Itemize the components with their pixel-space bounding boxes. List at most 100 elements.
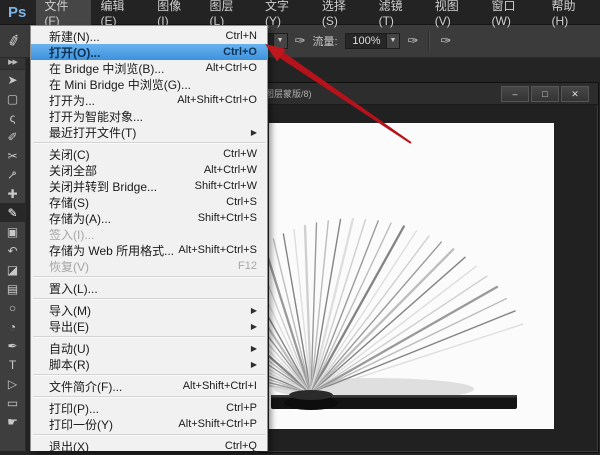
menu-item-scripts[interactable]: 脚本(R) ▶ <box>31 356 267 372</box>
brush-tool-icon: ✎ <box>7 207 17 219</box>
pen-tool-icon: ✒ <box>7 340 17 352</box>
menu-item-exit[interactable]: 退出(X)Ctrl+Q <box>31 438 267 454</box>
menu-item-automate[interactable]: 自动(U)▶ <box>31 340 267 356</box>
path-selection-tool[interactable]: ▷ <box>0 374 25 393</box>
menu-item-shortcut: Ctrl+N <box>226 30 257 42</box>
menu-item-shortcut: Shift+Ctrl+S <box>198 212 257 224</box>
canvas[interactable] <box>269 123 554 429</box>
menu-item-export[interactable]: 导出(E)▶ <box>31 318 267 334</box>
menu-item-shortcut: Ctrl+P <box>226 402 257 414</box>
menu-item-browse-in-mini-bridge[interactable]: 在 Mini Bridge 中浏览(G)... <box>31 76 267 92</box>
shape-tool[interactable]: ▭ <box>0 393 25 412</box>
close-button[interactable]: ✕ <box>561 86 589 102</box>
menubar-item-filter[interactable]: 滤镜(T) <box>371 0 425 31</box>
eraser-tool[interactable]: ◪ <box>0 260 25 279</box>
menu-item-save[interactable]: 存储(S)Ctrl+S <box>31 194 267 210</box>
menu-separator <box>33 434 265 436</box>
airbrush-icon[interactable]: ✑ <box>407 33 418 49</box>
maximize-button[interactable]: □ <box>531 86 559 102</box>
eyedropper-tool-icon: ⊸ <box>5 167 21 183</box>
quick-selection-tool[interactable]: ✐ <box>0 127 25 146</box>
move-tool[interactable]: ➤ <box>0 70 25 89</box>
menu-item-label: 在 Mini Bridge 中浏览(G)... <box>49 76 191 93</box>
tablet-pressure-size-icon[interactable]: ✑ <box>440 33 451 49</box>
minimize-button[interactable]: – <box>501 86 529 102</box>
menu-item-print[interactable]: 打印(P)... Ctrl+P <box>31 400 267 416</box>
menu-item-label: 恢复(V) <box>49 258 89 275</box>
menu-item-open-recent[interactable]: 最近打开文件(T) ▶ <box>31 124 267 140</box>
tools-panel: ▶▶ ➤▢ς✐ ✂ ⊸✚ ✎ ▣↶ ◪ ▤ ○ ◔ ✒ T ▷ ▭☛ <box>0 57 26 451</box>
type-tool[interactable]: T <box>0 355 25 374</box>
document-title-bar[interactable]: 图层蒙版/8) –□✕ <box>260 83 598 105</box>
menubar-item-window[interactable]: 窗口(W) <box>484 0 542 31</box>
submenu-arrow-icon: ▶ <box>251 360 257 369</box>
menu-item-new[interactable]: 新建(N)...Ctrl+N <box>31 28 267 44</box>
menu-separator <box>33 276 265 278</box>
menu-item-open-as[interactable]: 打开为...Alt+Shift+Ctrl+O <box>31 92 267 108</box>
menu-item-file-info[interactable]: 文件简介(F)...Alt+Shift+Ctrl+I <box>31 378 267 394</box>
menu-item-shortcut: Ctrl+Q <box>225 440 257 452</box>
menu-item-label: 存储为(A)... <box>49 210 111 227</box>
clone-stamp-tool[interactable]: ▣ <box>0 222 25 241</box>
flow-field[interactable]: 100% ▼ <box>345 33 401 49</box>
book-image <box>269 123 554 429</box>
menu-item-shortcut: Ctrl+O <box>223 46 257 58</box>
menu-item-label: 最近打开文件(T) <box>49 124 136 141</box>
menu-item-open[interactable]: 打开(O)... Ctrl+O <box>31 44 267 60</box>
brush-tool[interactable]: ✎ <box>0 203 25 222</box>
menu-item-save-as[interactable]: 存储为(A)... Shift+Ctrl+S <box>31 210 267 226</box>
file-menu-popup: 新建(N)...Ctrl+N打开(O)... Ctrl+O 在 Bridge 中浏览… <box>30 25 268 451</box>
menu-item-print-one-copy[interactable]: 打印一份(Y)Alt+Shift+Ctrl+P <box>31 416 267 432</box>
menu-item-browse-in-bridge[interactable]: 在 Bridge 中浏览(B)...Alt+Ctrl+O <box>31 60 267 76</box>
menubar-item-select[interactable]: 选择(S) <box>314 0 369 31</box>
menu-item-shortcut: Alt+Ctrl+O <box>206 62 257 74</box>
crop-tool-icon: ✂ <box>7 150 17 162</box>
tablet-pressure-opacity-icon[interactable]: ✑ <box>295 33 306 49</box>
application-menu-bar: Ps 文件(F)编辑(E)图像(I)图层(L)文字(Y)选择(S)滤镜(T)视图… <box>0 0 600 25</box>
hand-tool[interactable]: ☛ <box>0 412 25 431</box>
menu-item-close-all[interactable]: 关闭全部Alt+Ctrl+W <box>31 162 267 178</box>
menu-item-close-and-go-to-bridge[interactable]: 关闭并转到 Bridge...Shift+Ctrl+W <box>31 178 267 194</box>
menu-item-shortcut: Alt+Shift+Ctrl+P <box>178 418 257 430</box>
path-selection-tool-icon: ▷ <box>8 378 17 390</box>
submenu-arrow-icon: ▶ <box>251 128 257 137</box>
flow-value[interactable]: 100% <box>345 33 387 49</box>
submenu-arrow-icon: ▶ <box>251 344 257 353</box>
menu-item-revert[interactable]: 恢复(V) F12 <box>31 258 267 274</box>
eraser-tool-icon: ◪ <box>7 264 18 276</box>
menu-item-label: 存储为 Web 所用格式... <box>49 242 174 259</box>
menu-item-import[interactable]: 导入(M)▶ <box>31 302 267 318</box>
flow-dropdown-icon[interactable]: ▼ <box>387 33 401 49</box>
menu-item-label: 关闭并转到 Bridge... <box>49 178 157 195</box>
menu-item-place[interactable]: 置入(L)... <box>31 280 267 296</box>
blur-tool[interactable]: ○ <box>0 298 25 317</box>
menu-item-check-in[interactable]: 签入(I)... <box>31 226 267 242</box>
collapse-panel-button[interactable]: ▶▶ <box>0 57 25 70</box>
eyedropper-tool[interactable]: ⊸ <box>0 165 25 184</box>
menu-item-label: 脚本(R) <box>49 356 90 373</box>
document-window: 图层蒙版/8) –□✕ <box>259 82 599 453</box>
healing-brush-tool[interactable]: ✚ <box>0 184 25 203</box>
gradient-tool[interactable]: ▤ <box>0 279 25 298</box>
menu-item-label: 打开(O)... <box>49 44 100 61</box>
menubar-item-view[interactable]: 视图(V) <box>427 0 482 31</box>
brush-preset-icon[interactable]: ✐ <box>6 30 23 51</box>
menu-item-open-as-smart-object[interactable]: 打开为智能对象... <box>31 108 267 124</box>
marquee-tool[interactable]: ▢ <box>0 89 25 108</box>
menubar-item-help[interactable]: 帮助(H) <box>544 0 599 31</box>
menu-item-label: 导出(E) <box>49 318 89 335</box>
menu-item-shortcut: F12 <box>238 260 257 272</box>
blur-tool-icon: ○ <box>9 302 16 314</box>
menu-item-label: 置入(L)... <box>49 280 98 297</box>
dodge-tool[interactable]: ◔ <box>0 317 25 336</box>
menu-item-label: 签入(I)... <box>49 226 94 243</box>
lasso-tool[interactable]: ς <box>0 108 25 127</box>
menu-item-save-for-web[interactable]: 存储为 Web 所用格式...Alt+Shift+Ctrl+S <box>31 242 267 258</box>
menu-item-close[interactable]: 关闭(C)Ctrl+W <box>31 146 267 162</box>
history-brush-tool[interactable]: ↶ <box>0 241 25 260</box>
menu-item-label: 打印(P)... <box>49 400 99 417</box>
crop-tool[interactable]: ✂ <box>0 146 25 165</box>
opacity-dropdown-icon[interactable]: ▼ <box>274 33 288 49</box>
pen-tool[interactable]: ✒ <box>0 336 25 355</box>
menu-item-label: 存储(S) <box>49 194 89 211</box>
